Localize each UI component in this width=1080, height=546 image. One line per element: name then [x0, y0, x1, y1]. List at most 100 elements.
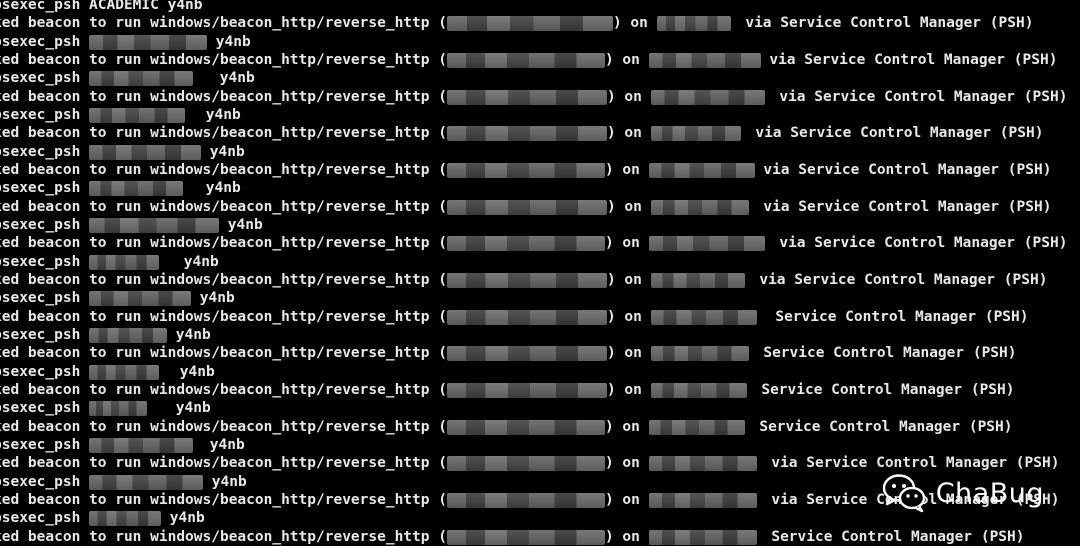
line-on: ) on: [604, 51, 649, 68]
line-suffix: Service Control Manager (PSH): [754, 345, 1017, 362]
redacted-listener: [446, 89, 607, 105]
line-text: psexec_psh ACADEMIC y4nb: [0, 0, 203, 13]
line-user: y4nb: [201, 143, 245, 160]
line-prefix: ked beacon to run windows/beacon_http/re…: [0, 491, 447, 508]
line-on: ) on: [606, 381, 651, 398]
line-prefix: psexec_psh: [0, 326, 90, 343]
line-prefix: ked beacon to run windows/beacon_http/re…: [0, 418, 447, 435]
line-on: ) on: [604, 491, 649, 508]
line-on: ) on: [606, 125, 651, 142]
terminal-line: psexec_psh y4nb: [0, 69, 1080, 87]
terminal-line: psexec_psh y4nb: [0, 253, 1080, 271]
redacted-target: [648, 162, 755, 178]
redacted-hostname: [89, 254, 160, 270]
line-prefix: psexec_psh: [0, 436, 90, 453]
line-prefix: ked beacon to run windows/beacon_http/re…: [0, 271, 447, 288]
line-prefix: psexec_psh: [0, 180, 90, 197]
line-prefix: ked beacon to run windows/beacon_http/re…: [0, 308, 447, 325]
terminal-line: psexec_psh y4nb: [0, 399, 1080, 417]
terminal-line: psexec_psh ACADEMIC y4nb: [0, 0, 1080, 14]
line-prefix: psexec_psh: [0, 473, 90, 490]
line-suffix: via Service Control Manager (PSH): [760, 51, 1058, 68]
line-on: ) on: [604, 161, 649, 178]
line-prefix: ked beacon to run windows/beacon_http/re…: [0, 161, 447, 178]
terminal-line: ked beacon to run windows/beacon_http/re…: [0, 418, 1080, 436]
redacted-target: [648, 236, 765, 252]
line-on: ) on: [604, 455, 649, 472]
terminal-line: ked beacon to run windows/beacon_http/re…: [0, 308, 1080, 326]
line-user: y4nb: [197, 106, 241, 123]
line-on: ) on: [604, 528, 649, 545]
line-prefix: ked beacon to run windows/beacon_http/re…: [0, 198, 447, 215]
line-on: ) on: [604, 235, 649, 252]
line-user: y4nb: [175, 253, 219, 270]
line-prefix: ked beacon to run windows/beacon_http/re…: [0, 381, 447, 398]
redacted-listener: [446, 492, 605, 508]
terminal-line: ked beacon to run windows/beacon_http/re…: [0, 234, 1080, 252]
redacted-target: [656, 16, 731, 32]
line-prefix: psexec_psh: [0, 216, 90, 233]
redacted-hostname: [89, 291, 192, 307]
terminal-line: psexec_psh y4nb: [0, 436, 1080, 454]
line-prefix: ked beacon to run windows/beacon_http/re…: [0, 51, 447, 68]
line-prefix: psexec_psh: [0, 70, 90, 87]
redacted-listener: [446, 419, 605, 435]
terminal-line: ked beacon to run windows/beacon_http/re…: [0, 381, 1080, 399]
redacted-hostname: [89, 401, 148, 417]
line-user: y4nb: [197, 180, 241, 197]
redacted-hostname: [89, 437, 194, 453]
redacted-target: [650, 126, 741, 142]
line-suffix: via Service Control Manager (PSH): [746, 125, 1044, 142]
terminal-line: ked beacon to run windows/beacon_http/re…: [0, 198, 1080, 216]
terminal-line: ked beacon to run windows/beacon_http/re…: [0, 14, 1080, 32]
line-suffix: via Service Control Manager (PSH): [770, 235, 1068, 252]
redacted-target: [650, 309, 757, 325]
terminal-line: ked beacon to run windows/beacon_http/re…: [0, 528, 1080, 546]
line-prefix: ked beacon to run windows/beacon_http/re…: [0, 455, 447, 472]
terminal-line: psexec_psh y4nb: [0, 179, 1080, 197]
redacted-listener: [446, 199, 607, 215]
line-user: y4nb: [219, 216, 263, 233]
line-suffix: via Service Control Manager (PSH): [736, 15, 1034, 32]
watermark: ChaBug: [882, 473, 1044, 513]
redacted-listener: [446, 16, 613, 32]
redacted-hostname: [89, 364, 160, 380]
line-prefix: psexec_psh: [0, 400, 90, 417]
line-prefix: psexec_psh: [0, 143, 90, 160]
line-suffix: Service Control Manager (PSH): [762, 528, 1025, 545]
terminal-output: psexec_psh ACADEMIC y4nb ked beacon to ru…: [0, 0, 1080, 546]
redacted-listener: [446, 272, 607, 288]
redacted-hostname: [89, 107, 186, 123]
redacted-listener: [446, 456, 605, 472]
line-prefix: ked beacon to run windows/beacon_http/re…: [0, 88, 447, 105]
line-user: y4nb: [171, 363, 215, 380]
terminal-line: ked beacon to run windows/beacon_http/re…: [0, 124, 1080, 142]
terminal-line: ked beacon to run windows/beacon_http/re…: [0, 344, 1080, 362]
watermark-text: ChaBug: [935, 477, 1044, 509]
line-suffix: via Service Control Manager (PSH): [770, 88, 1068, 105]
redacted-target: [650, 382, 747, 398]
line-prefix: psexec_psh: [0, 33, 90, 50]
redacted-target: [648, 419, 745, 435]
line-on: ) on: [606, 88, 651, 105]
redacted-target: [648, 529, 757, 545]
redacted-target: [648, 456, 757, 472]
line-on: ) on: [606, 308, 651, 325]
line-prefix: ked beacon to run windows/beacon_http/re…: [0, 235, 447, 252]
redacted-listener: [446, 529, 605, 545]
redacted-hostname: [89, 71, 194, 87]
line-user: y4nb: [167, 400, 211, 417]
redacted-listener: [446, 52, 605, 68]
line-user: y4nb: [161, 510, 205, 527]
line-suffix: Service Control Manager (PSH): [752, 381, 1015, 398]
terminal-line: ked beacon to run windows/beacon_http/re…: [0, 88, 1080, 106]
line-on: ) on: [612, 15, 657, 32]
terminal-line: psexec_psh y4nb: [0, 106, 1080, 124]
line-user: y4nb: [211, 70, 255, 87]
redacted-hostname: [89, 474, 204, 490]
redacted-hostname: [89, 181, 184, 197]
line-user: y4nb: [207, 33, 251, 50]
line-user: y4nb: [203, 473, 247, 490]
line-prefix: psexec_psh: [0, 290, 90, 307]
redacted-target: [648, 492, 757, 508]
